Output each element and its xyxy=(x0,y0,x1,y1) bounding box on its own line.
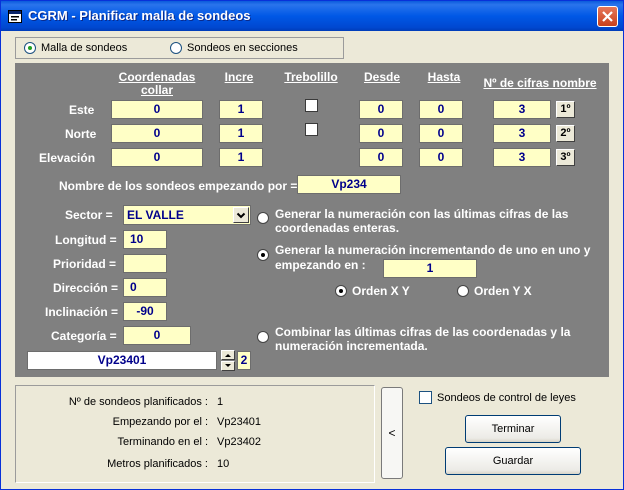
mode-selector: Malla de sondeos Sondeos en secciones xyxy=(15,37,344,59)
control-leyes-label: Sondeos de control de leyes xyxy=(437,391,576,404)
prioridad-input[interactable] xyxy=(123,254,167,273)
orden-xy-label: Orden X Y xyxy=(352,284,410,298)
triangle-down-icon xyxy=(225,364,231,367)
cifras-norte-input[interactable]: 3 xyxy=(493,124,551,143)
radio-numeracion-coordenadas-dot[interactable] xyxy=(257,212,269,224)
radio-orden-xy-dot[interactable] xyxy=(335,285,347,297)
window-title: CGRM - Planificar malla de sondeos xyxy=(28,8,251,23)
start-value: Vp23401 xyxy=(217,416,262,428)
incre-este-input[interactable]: 1 xyxy=(219,100,263,119)
numeracion-coordenadas-label: Generar la numeración con las últimas ci… xyxy=(275,207,569,235)
sector-select[interactable]: EL VALLE xyxy=(123,205,251,225)
prioridad-label: Prioridad = xyxy=(53,257,117,271)
order-este-button[interactable]: 1º xyxy=(556,101,575,118)
start-number-input[interactable]: 1 xyxy=(383,259,477,278)
header-hasta: Hasta xyxy=(427,70,461,84)
desde-este-input[interactable]: 0 xyxy=(359,100,403,119)
radio-orden-yx-dot[interactable] xyxy=(457,285,469,297)
row-label-elevacion: Elevación xyxy=(39,151,96,165)
order-norte-button[interactable]: 2º xyxy=(556,125,575,142)
radio-malla[interactable]: Malla de sondeos xyxy=(24,42,127,54)
end-label: Terminando en el : xyxy=(117,436,209,448)
trebolillo-este-checkbox[interactable] xyxy=(305,99,318,112)
hasta-este-input[interactable]: 0 xyxy=(419,100,463,119)
radio-numeracion-combinada-dot[interactable] xyxy=(257,331,269,343)
summary-panel: Nº de sondeos planificados : 1 Empezando… xyxy=(15,385,375,483)
incre-norte-input[interactable]: 1 xyxy=(219,124,263,143)
radio-orden-xy[interactable]: Orden X Y xyxy=(335,284,410,298)
inclinacion-input[interactable]: -90 xyxy=(123,302,167,321)
close-button[interactable] xyxy=(597,6,618,27)
nombre-input[interactable]: Vp234 xyxy=(297,175,401,194)
cifras-este-input[interactable]: 3 xyxy=(493,100,551,119)
radio-secciones[interactable]: Sondeos en secciones xyxy=(170,42,298,54)
numeracion-combinada-label: Combinar las últimas cifras de las coord… xyxy=(275,325,571,353)
spin-up-button[interactable] xyxy=(221,350,235,360)
direccion-label: Dirección = xyxy=(53,281,119,295)
app-icon xyxy=(8,10,22,23)
control-leyes-box[interactable] xyxy=(419,391,432,404)
radio-secciones-label: Sondeos en secciones xyxy=(187,42,298,54)
numeracion-incremental-label-1: Generar la numeración incrementando de u… xyxy=(275,243,591,257)
inclinacion-label: Inclinación = xyxy=(45,305,119,319)
count-label: Nº de sondeos planificados : xyxy=(68,396,208,408)
dialog-window: CGRM - Planificar malla de sondeos Malla… xyxy=(0,0,624,490)
header-desde: Desde xyxy=(363,70,401,84)
name-preview-field: Vp23401 xyxy=(27,351,217,370)
desde-elevacion-input[interactable]: 0 xyxy=(359,148,403,167)
header-cifras: Nº de cifras nombre xyxy=(483,76,597,90)
header-coordenadas: Coordenadas collar xyxy=(118,70,196,97)
order-elevacion-button[interactable]: 3º xyxy=(556,149,575,166)
radio-malla-label: Malla de sondeos xyxy=(41,42,128,54)
triangle-up-icon xyxy=(225,354,231,357)
hasta-elevacion-input[interactable]: 0 xyxy=(419,148,463,167)
coord-elevacion-input[interactable]: 0 xyxy=(111,148,203,167)
longitud-label: Longitud = xyxy=(55,233,117,247)
categoria-label: Categoría = xyxy=(51,329,117,343)
hasta-norte-input[interactable]: 0 xyxy=(419,124,463,143)
coord-norte-input[interactable]: 0 xyxy=(111,124,203,143)
guardar-button[interactable]: Guardar xyxy=(445,447,581,475)
meters-value: 10 xyxy=(217,458,230,470)
chevron-down-icon xyxy=(236,212,246,219)
control-leyes-checkbox[interactable]: Sondeos de control de leyes xyxy=(419,391,576,404)
spin-down-button[interactable] xyxy=(221,361,235,371)
count-value: 1 xyxy=(217,396,224,408)
start-label: Empezando por el : xyxy=(112,416,208,428)
sector-dropdown-button[interactable] xyxy=(233,207,249,223)
desde-norte-input[interactable]: 0 xyxy=(359,124,403,143)
sector-label: Sector = xyxy=(65,208,113,222)
trebolillo-norte-checkbox[interactable] xyxy=(305,123,318,136)
radio-numeracion-coordenadas[interactable] xyxy=(257,212,269,224)
end-value: Vp23402 xyxy=(217,436,262,448)
radio-secciones-dot[interactable] xyxy=(170,42,182,54)
header-trebolillo: Trebolillo xyxy=(284,70,338,84)
row-label-este: Este xyxy=(69,103,95,117)
terminar-button[interactable]: Terminar xyxy=(465,415,561,443)
categoria-input[interactable]: 0 xyxy=(123,326,191,345)
direccion-input[interactable]: 0 xyxy=(123,278,167,297)
meters-label: Metros planificados : xyxy=(107,458,208,470)
longitud-input[interactable]: 10 xyxy=(123,230,167,249)
cifras-elevacion-input[interactable]: 3 xyxy=(493,148,551,167)
radio-orden-yx[interactable]: Orden Y X xyxy=(457,284,532,298)
sector-value: EL VALLE xyxy=(127,208,184,222)
header-incre: Incre xyxy=(224,70,254,84)
spin-value: 2 xyxy=(237,351,251,370)
row-label-norte: Norte xyxy=(65,127,97,141)
incre-elevacion-input[interactable]: 1 xyxy=(219,148,263,167)
radio-numeracion-combinada[interactable] xyxy=(257,331,269,343)
nombre-label: Nombre de los sondeos empezando por = xyxy=(59,179,298,193)
radio-numeracion-incremental[interactable] xyxy=(257,249,269,261)
orden-yx-label: Orden Y X xyxy=(474,284,532,298)
collapse-button[interactable]: < xyxy=(381,387,403,479)
radio-numeracion-incremental-dot[interactable] xyxy=(257,249,269,261)
coord-este-input[interactable]: 0 xyxy=(111,100,203,119)
radio-malla-dot[interactable] xyxy=(24,42,36,54)
close-icon xyxy=(602,11,613,22)
title-bar: CGRM - Planificar malla de sondeos xyxy=(1,1,623,31)
numeracion-incremental-label-2: empezando en : xyxy=(275,258,366,272)
config-panel: Coordenadas collar Incre Trebolillo Desd… xyxy=(15,63,609,377)
